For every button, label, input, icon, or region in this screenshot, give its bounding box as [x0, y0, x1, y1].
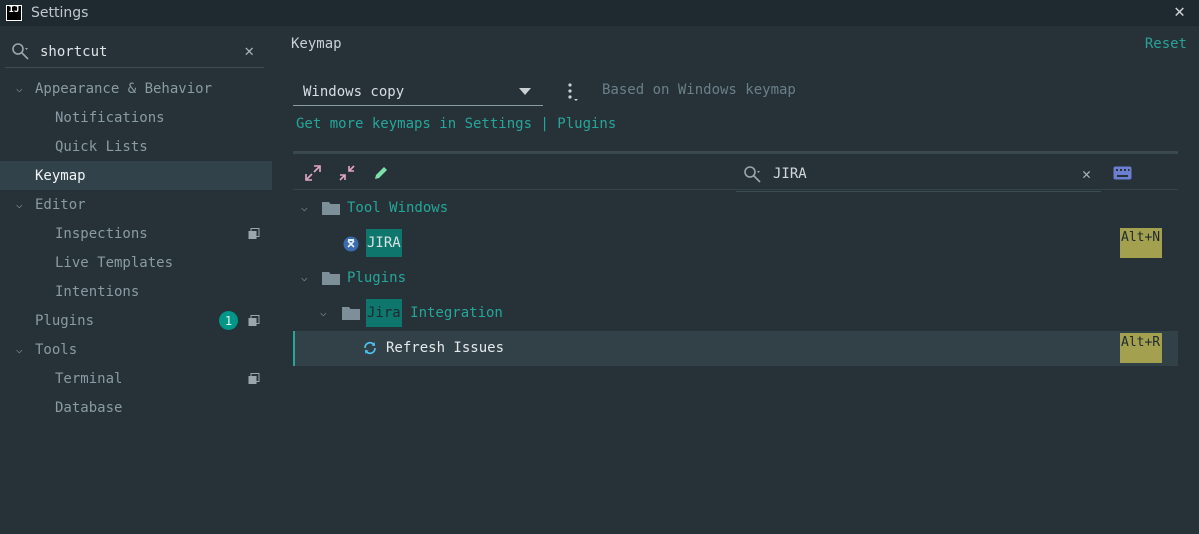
- tree-node-tool-windows[interactable]: ⌵ Tool Windows: [293, 191, 1178, 226]
- keymap-select-value: Windows copy: [303, 83, 405, 100]
- refresh-icon: [364, 341, 376, 355]
- tree-node-plugins[interactable]: ⌵ Plugins: [293, 261, 1178, 296]
- sidebar: shortcut ✕ ⌵ Appearance & Behavior Notif…: [0, 26, 272, 534]
- shortcut-badge: Alt+N: [1120, 228, 1162, 258]
- tree-item-inspections[interactable]: Inspections: [0, 219, 272, 248]
- keymap-panel: JIRA ✕ ⌵ Tool Windows JIRA Alt+N ⌵ Plugi…: [293, 151, 1178, 534]
- project-settings-icon: [248, 314, 260, 326]
- search-icon: [12, 43, 29, 60]
- tree-item-label: Database: [55, 399, 123, 416]
- chevron-down-icon[interactable]: ⌵: [16, 82, 23, 95]
- tree-item-label: Quick Lists: [55, 138, 148, 155]
- tree-node-label: Plugins: [347, 270, 407, 286]
- tree-node-jira[interactable]: JIRA Alt+N: [293, 226, 1178, 261]
- more-actions-icon[interactable]: [564, 82, 580, 102]
- tree-node-label: JIRA: [366, 229, 402, 257]
- window-title: Settings: [31, 5, 89, 21]
- title-bar: IJ Settings ✕: [0, 0, 1199, 26]
- reset-link[interactable]: Reset: [1145, 36, 1187, 52]
- chevron-down-icon[interactable]: ⌵: [16, 343, 23, 356]
- keymap-select[interactable]: Windows copy: [293, 78, 543, 106]
- tree-item-live-templates[interactable]: Live Templates: [0, 248, 272, 277]
- search-highlight: Jira: [366, 299, 402, 327]
- dropdown-arrow-icon[interactable]: [519, 88, 531, 95]
- settings-search-field[interactable]: shortcut ✕: [5, 37, 264, 68]
- tree-item-label: Editor: [35, 196, 86, 213]
- tree-item-terminal[interactable]: Terminal: [0, 364, 272, 393]
- tree-item-keymap[interactable]: Keymap: [0, 161, 272, 190]
- page-title: Keymap: [291, 36, 342, 52]
- keymap-page: Keymap Reset Windows copy Based on Windo…: [272, 26, 1199, 534]
- tree-item-label: Terminal: [55, 370, 123, 387]
- tree-item-quick-lists[interactable]: Quick Lists: [0, 132, 272, 161]
- find-by-shortcut-keyboard-icon[interactable]: [1113, 166, 1132, 180]
- chevron-down-icon[interactable]: ⌵: [16, 198, 23, 211]
- folder-icon: [342, 307, 360, 320]
- chevron-down-icon[interactable]: ⌵: [301, 271, 308, 284]
- tree-item-notifications[interactable]: Notifications: [0, 103, 272, 132]
- close-icon[interactable]: ✕: [1174, 1, 1185, 22]
- keymap-toolbar: JIRA ✕: [293, 154, 1178, 192]
- tree-item-database[interactable]: Database: [0, 393, 272, 422]
- app-logo: IJ: [6, 5, 22, 21]
- tree-item-editor[interactable]: ⌵ Editor: [0, 190, 272, 219]
- clear-search-icon[interactable]: ✕: [244, 41, 254, 60]
- folder-icon: [322, 202, 340, 215]
- based-on-label: Based on Windows keymap: [602, 82, 796, 98]
- search-icon: [744, 166, 761, 183]
- tree-item-label: Inspections: [55, 225, 148, 242]
- search-highlight: JIRA: [366, 229, 402, 257]
- tree-node-label: Tool Windows: [347, 200, 449, 216]
- edit-pencil-icon[interactable]: [372, 164, 390, 182]
- chevron-down-icon[interactable]: ⌵: [301, 201, 308, 214]
- tree-item-appearance-behavior[interactable]: ⌵ Appearance & Behavior: [0, 74, 272, 103]
- tree-item-plugins[interactable]: Plugins 1: [0, 306, 272, 335]
- tree-item-label: Appearance & Behavior: [35, 80, 213, 97]
- tree-item-label: Live Templates: [55, 254, 174, 271]
- tree-node-jira-integration[interactable]: ⌵ Jira Integration: [293, 296, 1178, 331]
- chevron-down-icon[interactable]: ⌵: [320, 306, 327, 319]
- tree-node-label: Jira Integration: [366, 299, 503, 327]
- tree-node-label-suffix: Integration: [401, 305, 503, 321]
- jira-icon: [343, 236, 359, 252]
- settings-search-input[interactable]: shortcut: [40, 44, 107, 60]
- tree-item-label: Notifications: [55, 109, 165, 126]
- tree-item-label: Plugins: [35, 312, 95, 329]
- clear-filter-icon[interactable]: ✕: [1082, 165, 1091, 183]
- tree-item-label: Intentions: [55, 283, 140, 300]
- tree-item-label: Keymap: [35, 167, 86, 184]
- folder-icon: [322, 272, 340, 285]
- keymap-filter-field[interactable]: JIRA ✕: [736, 157, 1101, 192]
- keymap-filter-input[interactable]: JIRA: [773, 166, 807, 182]
- project-settings-icon: [248, 227, 260, 239]
- shortcut-badge: Alt+R: [1120, 333, 1162, 363]
- update-count-badge: 1: [219, 311, 238, 330]
- tree-item-tools[interactable]: ⌵ Tools: [0, 335, 272, 364]
- tree-item-label: Tools: [35, 341, 78, 358]
- tree-node-refresh-issues[interactable]: Refresh Issues Alt+R: [293, 331, 1178, 366]
- tree-item-intentions[interactable]: Intentions: [0, 277, 272, 306]
- project-settings-icon: [248, 372, 260, 384]
- tree-node-label: Refresh Issues: [386, 340, 505, 356]
- more-keymaps-link[interactable]: Get more keymaps in Settings | Plugins: [296, 116, 616, 132]
- collapse-all-icon[interactable]: [338, 164, 356, 182]
- expand-all-icon[interactable]: [304, 164, 322, 182]
